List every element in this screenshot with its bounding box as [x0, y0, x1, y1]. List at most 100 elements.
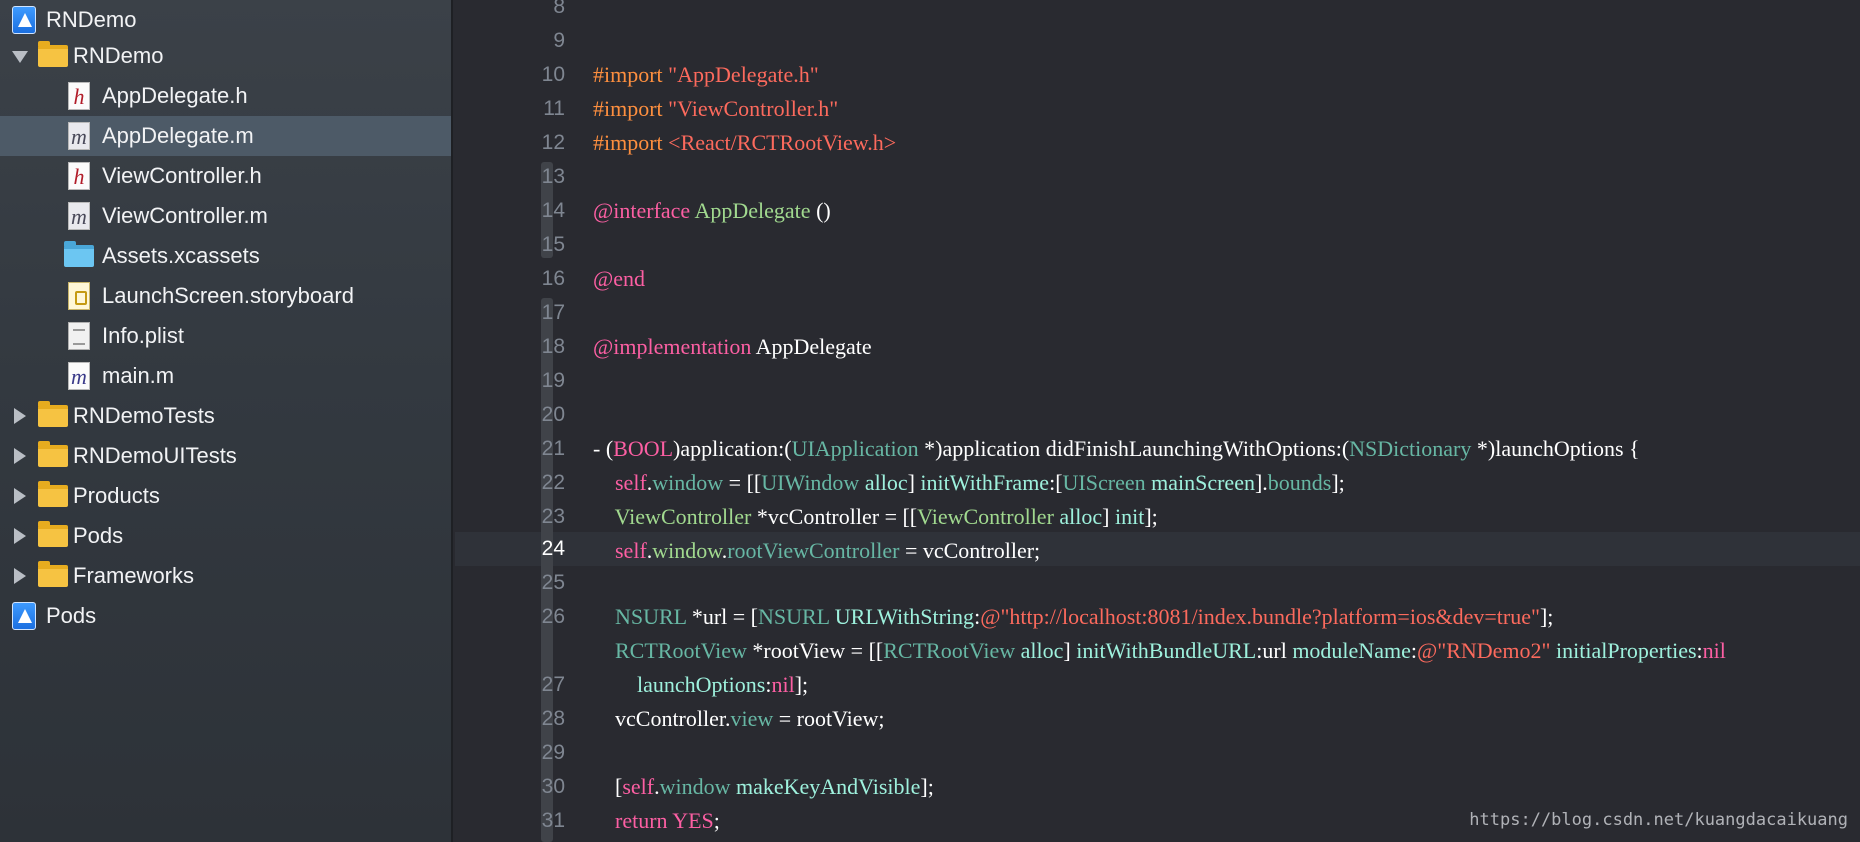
nav-item-rndemotests[interactable]: RNDemoTests — [0, 396, 451, 436]
nav-item-pods-folder[interactable]: Pods — [0, 516, 451, 556]
code-line[interactable]: #import "ViewController.h" — [571, 58, 838, 121]
nav-item-label: main.m — [102, 363, 175, 388]
line-number: 11 — [543, 97, 565, 120]
nav-item-label: AppDelegate.m — [102, 123, 254, 148]
nav-item-rndemo-folder[interactable]: RNDemo — [0, 36, 451, 76]
property-token: rootViewController — [727, 538, 900, 563]
code-line[interactable]: - (BOOL)application:(UIApplication *)app… — [571, 398, 1640, 461]
nav-item-pods-project[interactable]: Pods — [0, 596, 451, 636]
method-token: alloc — [1059, 504, 1103, 529]
disclosure-closed-icon[interactable] — [14, 448, 26, 464]
code-line[interactable]: [self.window makeKeyAndVisible]; — [571, 736, 934, 799]
keyword-token: YES — [672, 808, 714, 833]
nav-item-viewcontroller-h[interactable]: h ViewController.h — [0, 156, 451, 196]
method-token: moduleName — [1292, 638, 1411, 663]
line-number: 27 — [541, 673, 565, 696]
code-line[interactable]: #import <React/RCTRootView.h> — [571, 92, 896, 155]
string-token: <React/RCTRootView.h> — [668, 130, 897, 155]
nav-item-label: LaunchScreen.storyboard — [102, 283, 354, 308]
code-line[interactable]: } — [571, 804, 604, 838]
nav-item-label: Info.plist — [102, 323, 184, 348]
line-number: 25 — [541, 571, 565, 594]
code-line[interactable]: NSURL *url = [NSURL URLWithString:@"http… — [571, 566, 1553, 629]
method-token: initialProperties — [1556, 638, 1697, 663]
disclosure-open-icon[interactable] — [12, 51, 28, 63]
keyword-token: return — [615, 808, 668, 833]
nav-item-info-plist[interactable]: Info.plist — [0, 316, 451, 356]
objc-file-icon: m — [68, 362, 90, 390]
code-line[interactable]: self.window = [[UIWindow alloc] initWith… — [571, 432, 1345, 495]
keyword-token: @implementation — [593, 334, 752, 359]
code-line[interactable]: return YES; — [571, 770, 720, 833]
line-number: 28 — [541, 707, 565, 730]
project-navigator: RNDemo RNDemo h AppDelegate.h m AppDeleg… — [0, 0, 453, 842]
code-editor[interactable]: 8 9 10 11 12 13 14 15 16 17 18 19 20 21 … — [455, 0, 1860, 842]
disclosure-closed-icon[interactable] — [14, 568, 26, 584]
storyboard-icon — [68, 282, 90, 310]
code-token: ]; — [920, 774, 934, 799]
nav-item-frameworks[interactable]: Frameworks — [0, 556, 451, 596]
code-line[interactable]: self.window.rootViewController = vcContr… — [571, 500, 1040, 563]
objc-file-icon: m — [68, 202, 90, 230]
nav-item-assets[interactable]: Assets.xcassets — [0, 236, 451, 276]
code-token: ]; — [1331, 470, 1345, 495]
line-number: 30 — [541, 775, 565, 798]
line-number: 17 — [541, 301, 565, 324]
code-token: ]. — [1254, 470, 1268, 495]
code-line[interactable]: @end — [571, 228, 645, 291]
nav-item-main-m[interactable]: m main.m — [0, 356, 451, 396]
code-token: = rootView; — [773, 706, 885, 731]
plist-file-icon — [68, 322, 90, 350]
nav-item-label: Assets.xcassets — [102, 243, 260, 268]
nav-item-products[interactable]: Products — [0, 476, 451, 516]
code-line[interactable]: @implementation AppDelegate — [571, 296, 872, 359]
code-line[interactable]: @interface AppDelegate () — [571, 160, 831, 223]
method-token: alloc — [1020, 638, 1064, 663]
nav-item-launchscreen[interactable]: LaunchScreen.storyboard — [0, 276, 451, 316]
keyword-token: self — [615, 538, 647, 563]
nav-item-label: Frameworks — [73, 563, 195, 588]
line-number: 29 — [541, 741, 565, 764]
class-token: AppDelegate — [694, 198, 811, 223]
nav-item-appdelegate-m[interactable]: m AppDelegate.m — [0, 116, 451, 156]
nav-item-label: RNDemo — [46, 7, 137, 32]
objc-file-icon: m — [68, 122, 90, 150]
code-token: ]; — [1144, 504, 1158, 529]
code-line[interactable]: vcController.view = rootView; — [571, 668, 885, 731]
disclosure-closed-icon[interactable] — [14, 488, 26, 504]
keyword-token: @interface — [593, 198, 691, 223]
method-token: init — [1115, 504, 1145, 529]
nav-item-label: ViewController.h — [102, 163, 262, 188]
code-token: *)launchOptions { — [1471, 436, 1640, 461]
nav-item-label: RNDemo — [73, 43, 164, 68]
line-number: 15 — [541, 233, 565, 256]
property-token: bounds — [1267, 470, 1332, 495]
xcode-project-icon — [12, 6, 36, 34]
code-line-wrapped[interactable]: launchOptions:nil]; — [571, 634, 808, 697]
line-number: 23 — [541, 505, 565, 528]
code-token: () — [810, 198, 831, 223]
nav-item-viewcontroller-m[interactable]: m ViewController.m — [0, 196, 451, 236]
method-token: mainScreen — [1151, 470, 1255, 495]
nav-item-label: ViewController.m — [102, 203, 268, 228]
disclosure-closed-icon[interactable] — [14, 528, 26, 544]
code-line[interactable]: RCTRootView *rootView = [[RCTRootView al… — [571, 600, 1726, 663]
code-token: ] — [1102, 504, 1115, 529]
line-number: 20 — [541, 403, 565, 426]
code-line[interactable]: #import "AppDelegate.h" — [571, 24, 819, 87]
preprocessor-token: #import — [593, 130, 669, 155]
line-number: 12 — [541, 131, 565, 154]
code-line[interactable]: ViewController *vcController = [[ViewCon… — [571, 466, 1158, 529]
disclosure-closed-icon[interactable] — [14, 408, 26, 424]
xcode-project-icon — [12, 602, 36, 630]
header-file-icon: h — [68, 82, 90, 110]
folder-icon — [38, 41, 68, 67]
nav-item-rndemouitests[interactable]: RNDemoUITests — [0, 436, 451, 476]
keyword-token: nil — [1702, 638, 1726, 663]
method-token: initWithBundleURL — [1076, 638, 1257, 663]
line-number: 26 — [541, 605, 565, 628]
nav-item-rndemo-project[interactable]: RNDemo — [0, 0, 451, 40]
nav-item-appdelegate-h[interactable]: h AppDelegate.h — [0, 76, 451, 116]
class-token: NSDictionary — [1349, 436, 1472, 461]
code-token: vcController. — [615, 706, 731, 731]
